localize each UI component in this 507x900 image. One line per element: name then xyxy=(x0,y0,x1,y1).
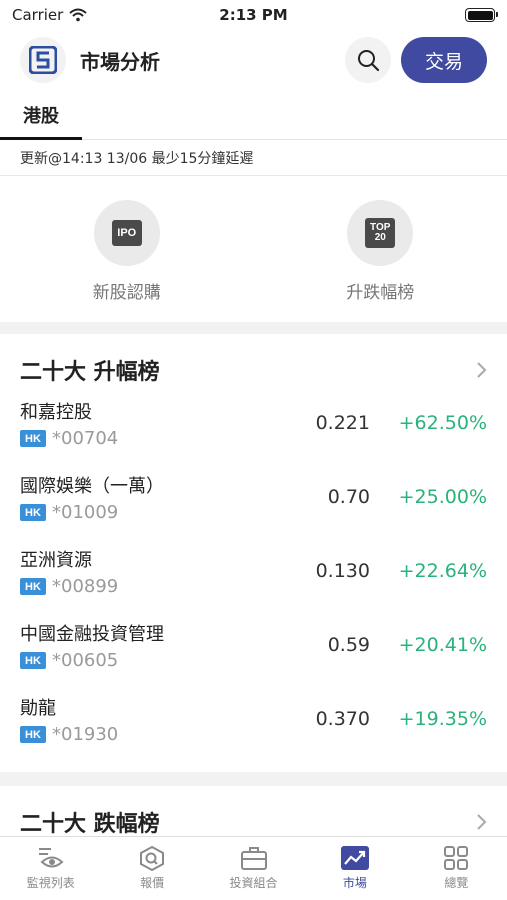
gainers-title: 二十大 升幅榜 xyxy=(20,360,160,385)
shortcut-label: 升跌幅榜 xyxy=(346,283,415,303)
hk-market-tag: HK xyxy=(20,652,46,669)
ipo-badge: IPO xyxy=(111,220,142,246)
hk-market-tag: HK xyxy=(20,430,46,447)
section-divider xyxy=(0,322,507,334)
stock-row[interactable]: 勛龍 HK *01930 0.370 +19.35% xyxy=(0,688,507,762)
stock-price: 0.59 xyxy=(327,634,370,656)
portfolio-icon xyxy=(240,847,267,870)
stock-price: 0.70 xyxy=(327,486,370,508)
stock-code: *01930 xyxy=(52,724,119,745)
stock-price: 0.370 xyxy=(315,708,370,730)
status-bar: Carrier 2:13 PM xyxy=(0,0,507,30)
status-left: Carrier xyxy=(12,6,87,24)
page-title: 市場分析 xyxy=(80,49,160,74)
chevron-right-icon xyxy=(477,814,487,830)
shortcut-grid: IPO 新股認購 TOP 20 升跌幅榜 xyxy=(0,177,507,322)
trade-button[interactable]: 交易 xyxy=(401,37,487,83)
nav-overview[interactable]: 總覽 xyxy=(406,837,507,900)
nav-quote[interactable]: 報價 xyxy=(101,837,202,900)
chevron-right-icon xyxy=(477,362,487,378)
stock-code: *00704 xyxy=(52,428,119,449)
app-header: 市場分析 交易 xyxy=(0,30,507,90)
search-icon xyxy=(358,50,380,72)
nav-label: 市場 xyxy=(342,876,367,890)
stock-change: +20.41% xyxy=(398,634,487,656)
stock-change: +19.35% xyxy=(398,708,487,730)
stock-name: 和嘉控股 xyxy=(20,402,92,423)
stock-code-group: HK *00704 xyxy=(20,428,118,449)
logo-icon xyxy=(29,46,57,74)
carrier-label: Carrier xyxy=(12,6,64,24)
shortcut-label: 新股認購 xyxy=(92,283,161,303)
bottom-nav: 監視列表 報價 投資組合 市場 總覽 xyxy=(0,836,507,900)
stock-price: 0.130 xyxy=(315,560,370,582)
stock-change: +62.50% xyxy=(398,412,487,434)
stock-name: 亞洲資源 xyxy=(20,550,92,571)
gainers-header[interactable]: 二十大 升幅榜 xyxy=(0,342,507,398)
ipo-icon: IPO xyxy=(93,200,160,266)
hk-market-tag: HK xyxy=(20,504,46,521)
stock-row[interactable]: 亞洲資源 HK *00899 0.130 +22.64% xyxy=(0,540,507,614)
stock-code: *01009 xyxy=(52,502,119,523)
stock-row[interactable]: 和嘉控股 HK *00704 0.221 +62.50% xyxy=(0,392,507,466)
hk-market-tag: HK xyxy=(20,726,46,743)
tab-hk-stocks[interactable]: 港股 xyxy=(0,92,82,140)
nav-watchlist[interactable]: 監視列表 xyxy=(0,837,101,900)
nav-label: 監視列表 xyxy=(26,876,75,890)
losers-title: 二十大 跌幅榜 xyxy=(20,812,160,837)
stock-change: +22.64% xyxy=(398,560,487,582)
nav-portfolio[interactable]: 投資組合 xyxy=(203,837,304,900)
section-divider xyxy=(0,772,507,786)
stock-name: 勛龍 xyxy=(20,698,56,719)
stock-code-group: HK *01009 xyxy=(20,502,118,523)
stock-name: 國際娛樂（一萬） xyxy=(20,476,164,497)
stock-price: 0.221 xyxy=(315,412,370,434)
nav-label: 總覽 xyxy=(444,876,469,890)
shortcut-top20[interactable]: TOP 20 升跌幅榜 xyxy=(254,177,507,322)
battery-icon xyxy=(465,8,498,22)
stock-change: +25.00% xyxy=(398,486,487,508)
market-tabs: 港股 xyxy=(0,92,507,140)
stock-code-group: HK *01930 xyxy=(20,724,118,745)
stock-code-group: HK *00605 xyxy=(20,650,118,671)
quote-icon xyxy=(140,845,165,871)
hk-market-tag: HK xyxy=(20,578,46,595)
stock-code: *00899 xyxy=(52,576,119,597)
wifi-icon xyxy=(69,8,87,22)
search-button[interactable] xyxy=(345,37,391,83)
nav-label: 投資組合 xyxy=(229,876,278,890)
top20-icon: TOP 20 xyxy=(347,200,414,266)
stock-row[interactable]: 國際娛樂（一萬） HK *01009 0.70 +25.00% xyxy=(0,466,507,540)
top20-badge: TOP 20 xyxy=(365,218,396,248)
update-info: 更新@14:13 13/06 最少15分鐘延遲 xyxy=(0,141,507,176)
stock-row[interactable]: 中國金融投資管理 HK *00605 0.59 +20.41% xyxy=(0,614,507,688)
shortcut-ipo[interactable]: IPO 新股認購 xyxy=(0,177,254,322)
overview-icon xyxy=(444,846,469,870)
market-icon xyxy=(340,846,369,870)
stock-name: 中國金融投資管理 xyxy=(20,624,164,645)
stock-code-group: HK *00899 xyxy=(20,576,118,597)
app-logo[interactable] xyxy=(20,37,66,83)
nav-market[interactable]: 市場 xyxy=(304,837,405,900)
nav-label: 報價 xyxy=(140,876,165,890)
stock-code: *00605 xyxy=(52,650,119,671)
watchlist-icon xyxy=(38,848,64,868)
top20-badge-bottom: 20 xyxy=(374,232,386,243)
